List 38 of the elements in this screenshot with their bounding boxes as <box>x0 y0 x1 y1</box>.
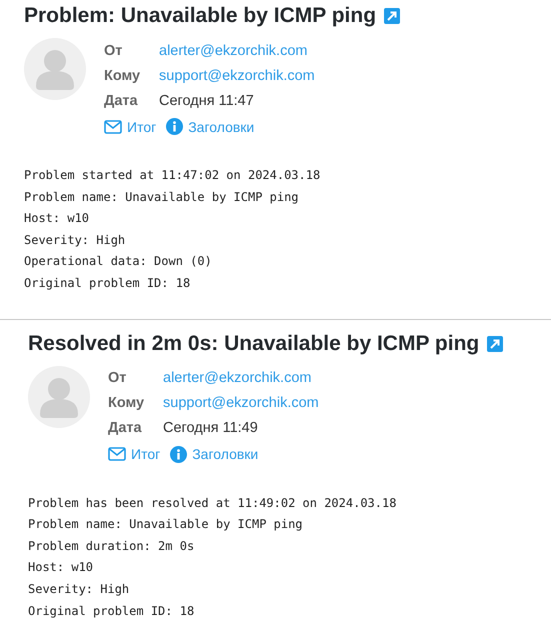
info-icon[interactable] <box>170 446 188 463</box>
action-link[interactable]: Заголовки <box>170 446 258 463</box>
action-link[interactable]: Заголовки <box>166 118 254 135</box>
envelope-icon[interactable] <box>108 447 126 462</box>
field-label: Дата <box>108 420 143 436</box>
message-line: Problem name: Unavailable by ICMP ping <box>24 188 300 206</box>
field-label: От <box>108 370 128 386</box>
avatar-icon <box>28 366 90 428</box>
external-link-icon[interactable] <box>487 336 504 352</box>
message-line: Original problem ID: 18 <box>24 274 192 292</box>
email-link[interactable]: support@ekzorchik.com <box>159 68 315 84</box>
email-link[interactable]: support@ekzorchik.com <box>163 395 319 412</box>
message-line: Host: w10 <box>28 559 94 576</box>
date-value: Сегодня 11:49 <box>163 420 258 436</box>
message-line: Severity: High <box>28 580 130 598</box>
message-line: Original problem ID: 18 <box>28 602 196 620</box>
envelope-icon[interactable] <box>104 120 122 134</box>
email-link[interactable]: alerter@ekzorchik.com <box>159 42 308 58</box>
field-label: Кому <box>108 395 146 412</box>
email-subject: Resolved in 2m 0s: Unavailable by ICMP ping <box>28 332 480 356</box>
field-label: Кому <box>104 68 142 84</box>
avatar-icon <box>24 38 86 100</box>
message-line: Problem has been resolved at 11:49:02 on 2024.03.18 <box>28 494 398 512</box>
info-icon[interactable] <box>166 118 184 135</box>
field-label: От <box>104 42 124 58</box>
external-link-icon[interactable] <box>384 8 400 24</box>
action-link[interactable]: Итог <box>104 118 156 135</box>
message-line: Problem duration: 2m 0s <box>28 538 196 555</box>
email-link[interactable]: alerter@ekzorchik.com <box>163 370 312 386</box>
date-value: Сегодня 11:47 <box>159 92 254 108</box>
action-link[interactable]: Итог <box>108 446 160 463</box>
message-line: Operational data: Down (0) <box>24 253 213 270</box>
field-label: Дата <box>104 92 139 108</box>
message-line: Problem name: Unavailable by ICMP ping <box>28 516 304 534</box>
message-line: Severity: High <box>24 232 126 249</box>
message-line: Problem started at 11:47:02 on 2024.03.18 <box>24 167 322 184</box>
email-subject: Problem: Unavailable by ICMP ping <box>24 4 376 28</box>
message-line: Host: w10 <box>24 210 90 228</box>
